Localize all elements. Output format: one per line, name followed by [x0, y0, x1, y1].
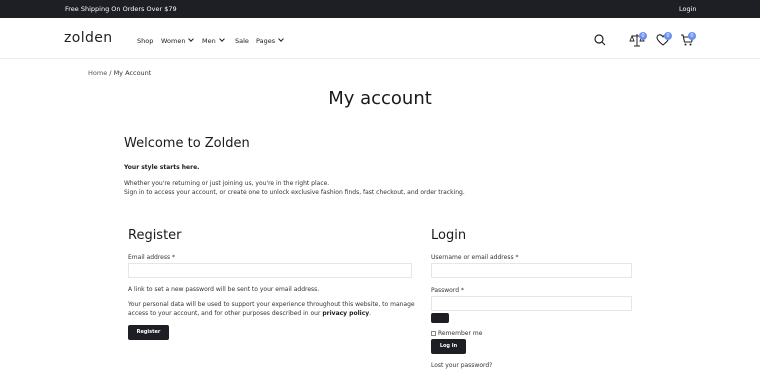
register-email-label: Email address * [128, 254, 176, 261]
breadcrumb-home-link[interactable]: Home [88, 69, 107, 77]
login-heading: Login [431, 228, 467, 243]
register-email-field[interactable] [128, 263, 412, 278]
nav-item-label: Sale [235, 37, 249, 45]
remember-me-checkbox[interactable] [431, 331, 436, 336]
remember-me-label: Remember me [438, 330, 483, 337]
nav-item-sale[interactable]: Sale [235, 37, 249, 45]
password-label: Password * [431, 287, 464, 294]
welcome-tagline: Your style starts here. [124, 164, 200, 171]
password-field[interactable] [431, 296, 632, 311]
welcome-line-2: Sign in to access your account, or creat… [124, 188, 465, 196]
privacy-note: Your personal data will be used to suppo… [128, 301, 418, 318]
show-password-toggle[interactable] [431, 313, 449, 323]
search-icon[interactable] [592, 32, 608, 48]
nav-item-pages[interactable]: Pages [256, 36, 284, 45]
nav-item-men[interactable]: Men [202, 36, 225, 45]
nav-item-women[interactable]: Women [161, 36, 195, 45]
chevron-down-icon [278, 36, 284, 42]
free-shipping-text: Free Shipping On Orders Over $79 [65, 5, 177, 13]
breadcrumb-separator: / [109, 69, 112, 77]
welcome-line-1: Whether you're returning or just joining… [124, 180, 330, 187]
chevron-down-icon [218, 36, 225, 42]
compare-count-badge: 0 [639, 32, 647, 40]
privacy-policy-link[interactable]: privacy policy [322, 310, 369, 317]
username-label: Username or email address * [431, 254, 519, 261]
username-field[interactable] [431, 263, 632, 278]
privacy-text-1: Your personal data will be used to suppo… [128, 301, 415, 308]
welcome-intro: Whether you're returning or just joining… [124, 180, 544, 197]
login-button[interactable]: Log In [431, 339, 466, 354]
nav-item-label: Pages [256, 37, 276, 45]
privacy-text-2: access to your account, and for other pu… [128, 309, 321, 317]
site-logo[interactable]: zolden [64, 30, 113, 46]
wishlist-count-badge: 0 [664, 32, 672, 40]
site-header: zolden Shop Women Men Sale Pages 0 0 0 [0, 18, 760, 59]
chevron-down-icon [188, 36, 195, 42]
lost-password-link[interactable]: Lost your password? [431, 362, 492, 369]
register-heading: Register [128, 228, 182, 243]
top-login-link[interactable]: Login [679, 5, 697, 13]
page-title: My account [328, 88, 432, 109]
privacy-end: . [369, 309, 372, 317]
cart-count-badge: 0 [688, 32, 696, 40]
breadcrumb-current: My Account [113, 69, 152, 77]
register-button[interactable]: Register [128, 325, 169, 340]
nav-item-label: Shop [137, 37, 154, 45]
breadcrumb: Home / My Account [88, 69, 151, 77]
nav-item-label: Women [161, 37, 186, 45]
nav-item-label: Men [202, 37, 216, 45]
welcome-heading: Welcome to Zolden [124, 136, 250, 151]
password-link-note: A link to set a new password will be sen… [128, 286, 320, 293]
announcement-bar: Free Shipping On Orders Over $79 Login [0, 0, 760, 18]
nav-item-shop[interactable]: Shop [137, 37, 153, 45]
